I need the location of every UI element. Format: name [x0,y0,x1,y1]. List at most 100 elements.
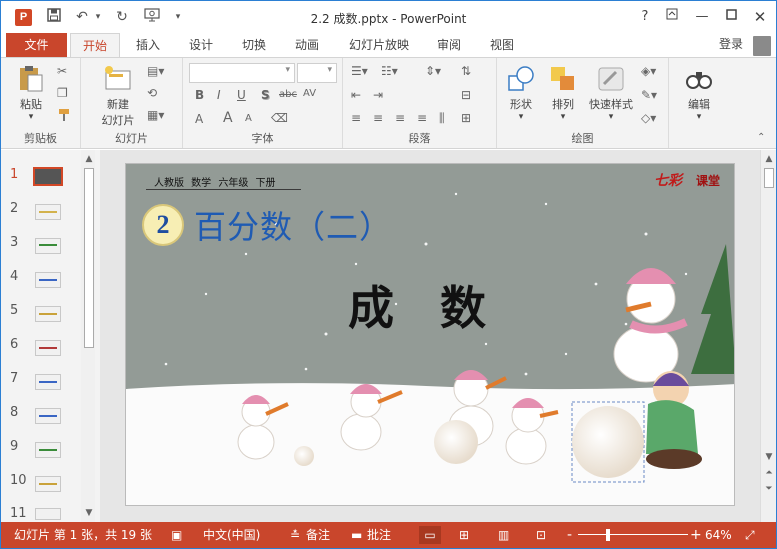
slide-thumbnail-11[interactable] [35,508,61,520]
bold-button[interactable]: B [195,88,204,102]
slide-thumbnail-10[interactable] [35,476,61,492]
italic-button[interactable]: I [217,88,221,102]
slide-thumbnail-7[interactable] [35,374,61,390]
scroll-down-icon[interactable]: ▼ [764,452,774,462]
grow-font-button[interactable]: A [223,110,233,126]
language-indicator[interactable]: 中文(中国) [203,526,260,544]
collapse-ribbon-icon[interactable]: ⌃ [757,132,765,143]
slideshow-view-icon[interactable]: ⊡ [536,526,546,544]
layout-icon[interactable]: ▤▾ [147,64,164,78]
shrink-font-button[interactable]: A [245,113,252,124]
shape-outline-icon[interactable]: ✎▾ [641,88,657,102]
slide-thumbnail-3[interactable] [35,238,61,254]
notes-button[interactable]: 备注 [306,526,330,544]
minimize-icon[interactable]: — [691,7,713,27]
previous-slide-icon[interactable]: ⏶ [764,468,774,478]
zoom-in-button[interactable]: + [690,526,702,544]
numbering-icon[interactable]: ☷▾ [381,64,398,78]
scroll-up-icon[interactable]: ▲ [84,154,94,164]
zoom-slider[interactable] [578,534,688,535]
comments-icon[interactable]: ▬ [351,526,362,544]
slide-title[interactable]: 成数 [348,272,532,338]
section-icon[interactable]: ▦▾ [147,108,164,122]
decrease-indent-icon[interactable]: ⇤ [351,88,361,102]
slides-group: 新建 幻灯片 ▤▾ ⟲ ▦▾ 幻灯片 [81,58,183,148]
reset-icon[interactable]: ⟲ [147,86,157,100]
editing-button[interactable]: 编辑 ▾ [677,64,721,122]
zoom-slider-handle[interactable] [606,529,610,541]
align-text-icon[interactable]: ⊟ [461,88,471,102]
tab-slideshow[interactable]: 幻灯片放映 [342,33,416,57]
slide-thumbnail-9[interactable] [35,442,61,458]
slide-thumbnail-4[interactable] [35,272,61,288]
justify-icon[interactable]: ≡ [417,111,427,125]
align-center-icon[interactable]: ≡ [373,111,383,125]
tab-home[interactable]: 开始 [70,33,120,58]
slide-thumbnail-1[interactable] [33,167,63,186]
scroll-up-icon[interactable]: ▲ [764,154,774,164]
tab-animations[interactable]: 动画 [287,33,327,57]
notes-icon[interactable]: ≛ [290,526,300,544]
scroll-down-icon[interactable]: ▼ [84,508,94,518]
font-name-field[interactable]: ▾ [189,63,295,83]
slide-canvas[interactable]: 人教版 数学 六年级 下册 2 百分数（二） 成数 七彩 课堂 [125,163,735,506]
shape-effects-icon[interactable]: ◇▾ [641,111,656,125]
clear-formatting-icon[interactable]: ⌫ [271,111,288,125]
slide-sorter-icon[interactable]: ⊞ [459,526,469,544]
font-size-field[interactable]: ▾ [297,63,337,83]
arrange-button[interactable]: 排列 ▾ [545,64,581,122]
next-slide-icon[interactable]: ⏷ [764,484,774,494]
strikethrough-button[interactable]: abc [279,89,297,100]
thumbnail-scrollbar[interactable]: ▲ ▼ [81,150,95,522]
tab-transitions[interactable]: 切换 [234,33,274,57]
powerpoint-window: P ↶ ▾ ↻ ▾ 2.2 成数.pptx - PowerPoint ? — ✕… [0,0,777,549]
shadow-button[interactable]: S [261,88,270,102]
reading-view-icon[interactable]: ▥ [498,526,509,544]
align-right-icon[interactable]: ≡ [395,111,405,125]
slide-thumbnail-8[interactable] [35,408,61,424]
slide-thumbnail-2[interactable] [35,204,61,220]
close-icon[interactable]: ✕ [749,7,771,27]
copy-icon[interactable]: ❐ [57,86,68,100]
ribbon-display-options-icon[interactable] [661,7,683,27]
avatar[interactable] [753,36,771,56]
editor-scroll-thumb[interactable] [764,168,774,188]
slide-thumbnail-6[interactable] [35,340,61,356]
slide-thumbnail-5[interactable] [35,306,61,322]
paste-button[interactable]: 粘贴 ▾ [13,64,49,122]
zoom-level[interactable]: 64% [705,526,732,544]
normal-view-icon[interactable]: ▭ [419,526,441,544]
align-left-icon[interactable]: ≡ [351,111,361,125]
maximize-icon[interactable] [720,7,742,27]
comments-button[interactable]: 批注 [367,526,391,544]
cut-icon[interactable]: ✂ [57,64,67,78]
zoom-out-button[interactable]: - [567,526,572,544]
quick-styles-button[interactable]: 快速样式 ▾ [585,64,637,122]
text-direction-icon[interactable]: ⇅ [461,64,471,78]
help-icon[interactable]: ? [634,7,656,27]
char-spacing-button[interactable]: AV [303,88,316,99]
shape-fill-icon[interactable]: ◈▾ [641,64,656,78]
bullets-icon[interactable]: ☰▾ [351,64,368,78]
tab-file[interactable]: 文件 [6,33,67,57]
increase-indent-icon[interactable]: ⇥ [373,88,383,102]
thumbnail-scroll-thumb[interactable] [84,168,94,348]
tab-view[interactable]: 视图 [482,33,522,57]
new-slide-button[interactable]: 新建 幻灯片 [95,64,141,128]
underline-button[interactable]: U [237,88,246,102]
spell-check-icon[interactable]: ▣ [171,526,182,544]
chapter-heading[interactable]: 百分数（二） [194,202,392,248]
smartart-icon[interactable]: ⊞ [461,111,471,125]
columns-icon[interactable]: ⫼ [439,111,445,126]
tab-design[interactable]: 设计 [181,33,221,57]
sign-in-link[interactable]: 登录 [719,33,743,55]
editor-scrollbar[interactable]: ▲ ▼ ⏶ ⏷ [760,150,776,522]
tab-insert[interactable]: 插入 [128,33,168,57]
fit-slide-icon[interactable]: ⤢ [745,526,755,544]
format-painter-icon[interactable] [57,108,71,125]
font-color-button[interactable]: A [195,112,203,126]
tab-review[interactable]: 审阅 [429,33,469,57]
line-spacing-icon[interactable]: ⇕▾ [425,64,441,78]
shapes-button[interactable]: 形状 ▾ [503,64,539,122]
drawing-group: 形状 ▾ 排列 ▾ 快速样式 ▾ ◈▾ ✎▾ ◇▾ 绘图 [497,58,669,148]
